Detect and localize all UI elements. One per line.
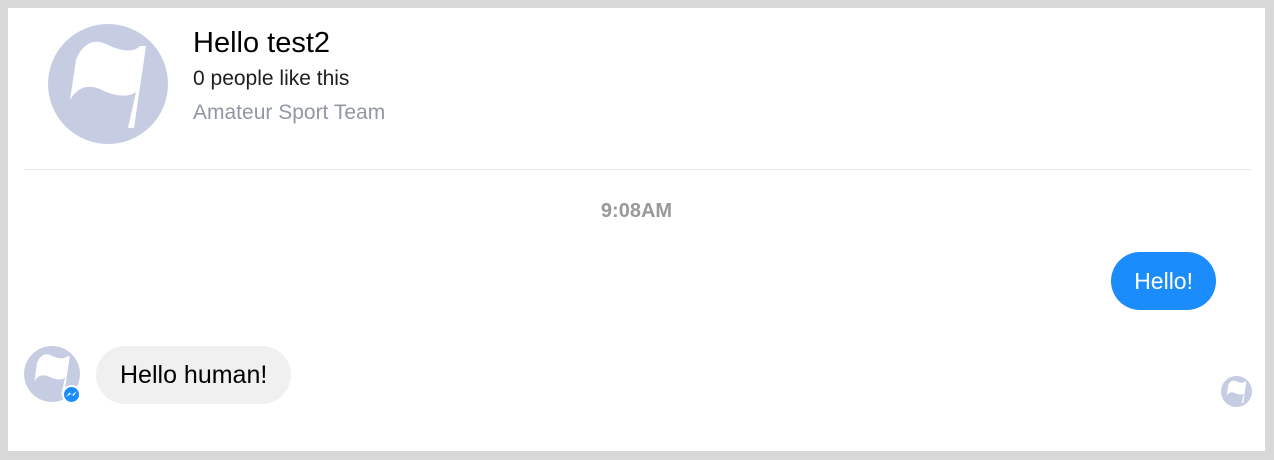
flag-icon — [70, 41, 146, 129]
page-info: Hello test2 0 people like this Amateur S… — [193, 26, 385, 126]
messenger-chat-window: Hello test2 0 people like this Amateur S… — [8, 8, 1265, 451]
page-title[interactable]: Hello test2 — [193, 26, 385, 60]
page-category: Amateur Sport Team — [193, 101, 386, 124]
page-likes: 0 people like this — [193, 67, 350, 90]
header-divider — [24, 169, 1252, 170]
page-header: Hello test2 0 people like this Amateur S… — [8, 8, 1265, 169]
flag-icon — [1226, 380, 1247, 403]
outgoing-message[interactable]: Hello! — [1111, 252, 1216, 310]
incoming-message[interactable]: Hello human! — [96, 346, 292, 404]
messenger-icon — [66, 391, 77, 397]
page-avatar[interactable] — [48, 24, 168, 144]
messenger-badge — [62, 385, 81, 404]
read-receipt-avatar — [1221, 376, 1252, 407]
message-timestamp: 9:08AM — [600, 200, 673, 222]
